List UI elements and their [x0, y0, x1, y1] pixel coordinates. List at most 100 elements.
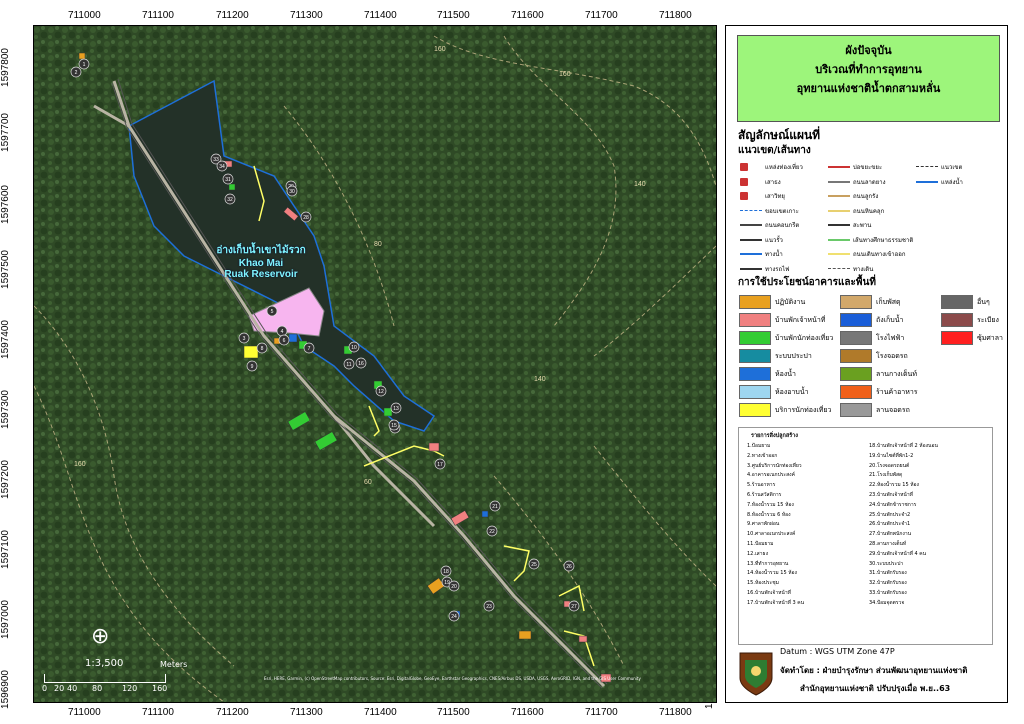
x-tick-bottom: 711100 [142, 707, 174, 718]
landuse-legend-label: เก็บพัสดุ [876, 297, 901, 306]
map-marker[interactable]: 13 [390, 402, 402, 414]
svg-text:12: 12 [378, 389, 384, 395]
route-legend-item: ทางเดิน [828, 264, 873, 274]
x-tick-top: 711700 [585, 10, 618, 21]
x-tick-top: 711100 [142, 10, 174, 21]
route-symbol-icon [828, 195, 850, 197]
route-legend-item: ขอบเขตเกาะ [740, 206, 799, 216]
producer-text: จัดทำโดย : ฝ่ายบำรุงรักษา ส่วนพัฒนาอุทยา… [780, 666, 968, 675]
landuse-swatch [739, 403, 771, 417]
map-marker[interactable]: 20 [448, 580, 460, 592]
landuse-swatch [739, 313, 771, 327]
svg-text:13: 13 [393, 406, 399, 412]
svg-text:4: 4 [281, 329, 284, 335]
map-marker[interactable]: 15 [388, 419, 400, 431]
route-legend-label: สะพาน [853, 222, 872, 229]
landuse-legend-label: บ้านพักเจ้าหน้าที่ [775, 315, 826, 324]
title-line-2: บริเวณที่ทำการอุทยาน [815, 63, 922, 76]
route-symbol-icon [740, 224, 762, 226]
svg-text:23: 23 [486, 604, 492, 610]
landuse-legend-item: ซุ้มศาลา [941, 331, 1003, 345]
landuse-legend-item: โรงไฟฟ้า [840, 331, 904, 345]
map-marker[interactable]: 31 [222, 173, 234, 185]
map-marker[interactable]: 4 [276, 325, 288, 337]
table-entry: 27.บ้านพักพนักงาน [869, 531, 912, 538]
map-marker[interactable]: 10 [348, 341, 360, 353]
map-marker[interactable]: 12 [375, 385, 387, 397]
landuse-legend-item: ปฏิบัติงาน [739, 295, 805, 309]
route-symbol-icon [916, 166, 938, 168]
landuse-swatch [840, 331, 872, 345]
route-legend-item: ถนนลาดยาง [828, 177, 886, 187]
svg-text:33: 33 [213, 157, 219, 163]
routes-heading: แนวเขต/เส้นทาง [738, 145, 811, 156]
route-symbol-icon [828, 166, 850, 168]
x-tick-bottom: 711600 [511, 707, 544, 718]
landuse-legend-item: ระบบประปา [739, 349, 812, 363]
svg-text:7: 7 [308, 346, 311, 352]
x-tick-bottom: 711000 [68, 707, 101, 718]
svg-text:24: 24 [451, 614, 457, 620]
map-marker[interactable]: 7 [303, 342, 315, 354]
svg-text:15: 15 [391, 423, 397, 429]
map-marker[interactable]: 30 [286, 185, 298, 197]
map-marker[interactable]: 16 [355, 357, 367, 369]
landuse-legend-item: ร้านค้าอาหาร [840, 385, 918, 399]
route-legend-label: ทางเดิน [853, 265, 874, 273]
route-legend-label: ถนนคอนกรีต [765, 222, 800, 229]
x-tick-bottom: 711800 [659, 707, 692, 718]
route-legend-item: ถนนลูกรัง [828, 191, 878, 201]
map-marker[interactable]: 28 [300, 211, 312, 223]
x-tick-top: 711200 [216, 10, 249, 21]
route-legend-label: ทางรถไฟ [765, 265, 790, 273]
svg-text:1: 1 [83, 62, 86, 68]
svg-text:30: 30 [289, 189, 295, 195]
map-marker[interactable]: 21 [489, 500, 501, 512]
map-marker[interactable]: 5 [266, 305, 278, 317]
scale-tick-label: 80 [92, 684, 103, 693]
map-marker[interactable]: 24 [448, 610, 460, 622]
map-marker[interactable]: 9 [246, 360, 258, 372]
map-marker[interactable]: 18 [440, 565, 452, 577]
map-marker[interactable]: 25 [528, 558, 540, 570]
contour-label: 160 [434, 46, 446, 53]
map-marker[interactable]: 1 [78, 58, 90, 70]
map-marker[interactable]: 23 [483, 600, 495, 612]
route-legend-item: แนวเขต [916, 162, 962, 172]
map-marker[interactable]: 22 [486, 525, 498, 537]
table-entry: 29.บ้านพักเจ้าหน้าที่ 4 คน [869, 550, 927, 557]
map-marker[interactable]: 3 [238, 332, 250, 344]
reservoir-label-en2: Ruak Reservoir [224, 269, 298, 280]
title-line-1: ผังปัจจุบัน [845, 44, 892, 57]
map-view[interactable]: 1234567891011121314151617181920212223242… [33, 25, 717, 703]
table-entry: 12.เสาธง [747, 550, 769, 557]
landuse-swatch [840, 385, 872, 399]
route-symbol-icon [828, 224, 850, 226]
map-marker[interactable]: 26 [563, 560, 575, 572]
landuse-legend-item: ลานจอดรถ [840, 403, 910, 417]
svg-text:16: 16 [358, 361, 364, 367]
route-legend-item: บ่อขยะขยะ [828, 162, 882, 172]
map-marker[interactable]: 6 [278, 334, 290, 346]
x-tick-top: 711600 [511, 10, 544, 21]
landuse-swatch [840, 349, 872, 363]
route-legend-label: ถนนลาดยาง [853, 178, 886, 186]
map-marker[interactable]: 8 [256, 342, 268, 354]
table-entry: 15.ห้องประชุม [747, 580, 779, 587]
landuse-swatch [840, 313, 872, 327]
landuse-legend-item: ห้องน้ำ [739, 367, 796, 381]
map-marker[interactable]: 34 [216, 160, 228, 172]
map-marker[interactable]: 27 [568, 600, 580, 612]
x-tick-bottom: 711200 [216, 707, 249, 718]
landuse-legend-item: อื่นๆ [941, 295, 990, 309]
map-marker[interactable]: 32 [224, 193, 236, 205]
route-symbol-icon [916, 180, 938, 183]
map-marker[interactable]: 2 [70, 66, 82, 78]
route-symbol-icon [740, 192, 748, 200]
map-marker[interactable]: 11 [343, 358, 355, 370]
svg-text:18: 18 [443, 569, 449, 575]
landuse-legend-item: เก็บพัสดุ [840, 295, 901, 309]
contour-label: 160 [74, 461, 86, 468]
map-marker[interactable]: 17 [434, 458, 446, 470]
svg-text:25: 25 [531, 562, 537, 568]
